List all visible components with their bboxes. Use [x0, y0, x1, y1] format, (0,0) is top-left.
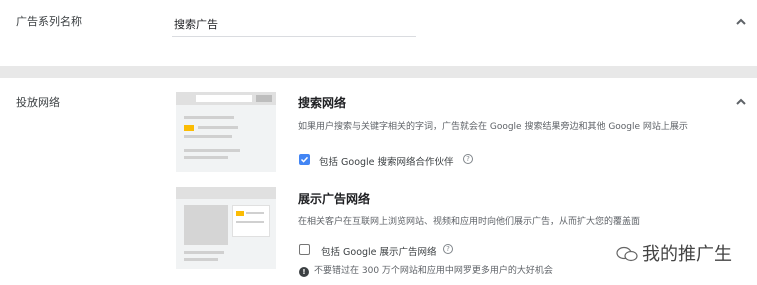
chevron-up-icon[interactable] [734, 15, 748, 29]
display-network-description: 在相关客户在互联网上浏览网站、视频和应用时向他们展示广告，从而扩大您的覆盖面 [298, 217, 641, 227]
campaign-name-input[interactable]: 搜索广告 [174, 16, 218, 32]
watermark-text: 我的推广生 [642, 244, 732, 265]
search-network-illustration [176, 92, 276, 172]
display-network-title: 展示广告网络 [298, 192, 371, 206]
display-network-label: 包括 Google 展示广告网络 [321, 247, 437, 258]
warning-icon: ! [299, 267, 309, 277]
campaign-name-label: 广告系列名称 [16, 15, 82, 28]
search-partners-label: 包括 Google 搜索网络合作伙伴 [319, 157, 454, 168]
display-network-checkbox[interactable] [299, 244, 310, 255]
search-network-title: 搜索网络 [298, 96, 347, 110]
wechat-icon [616, 246, 638, 262]
help-icon[interactable]: ? [463, 154, 473, 164]
chevron-up-icon[interactable] [734, 95, 748, 109]
search-partners-checkbox[interactable] [299, 154, 310, 165]
display-network-warning: 不要错过在 300 万个网站和应用中网罗更多用户的大好机会 [314, 266, 553, 276]
networks-label: 投放网络 [16, 96, 60, 109]
watermark: 我的推广生 [616, 240, 732, 266]
search-network-description: 如果用户搜索与关键字相关的字词，广告就会在 Google 搜索结果旁边和其他 G… [298, 122, 688, 132]
campaign-name-input-underline [172, 36, 416, 37]
help-icon[interactable]: ? [443, 244, 453, 254]
display-network-illustration [176, 187, 276, 269]
campaign-name-card: 广告系列名称 搜索广告 [0, 0, 757, 66]
